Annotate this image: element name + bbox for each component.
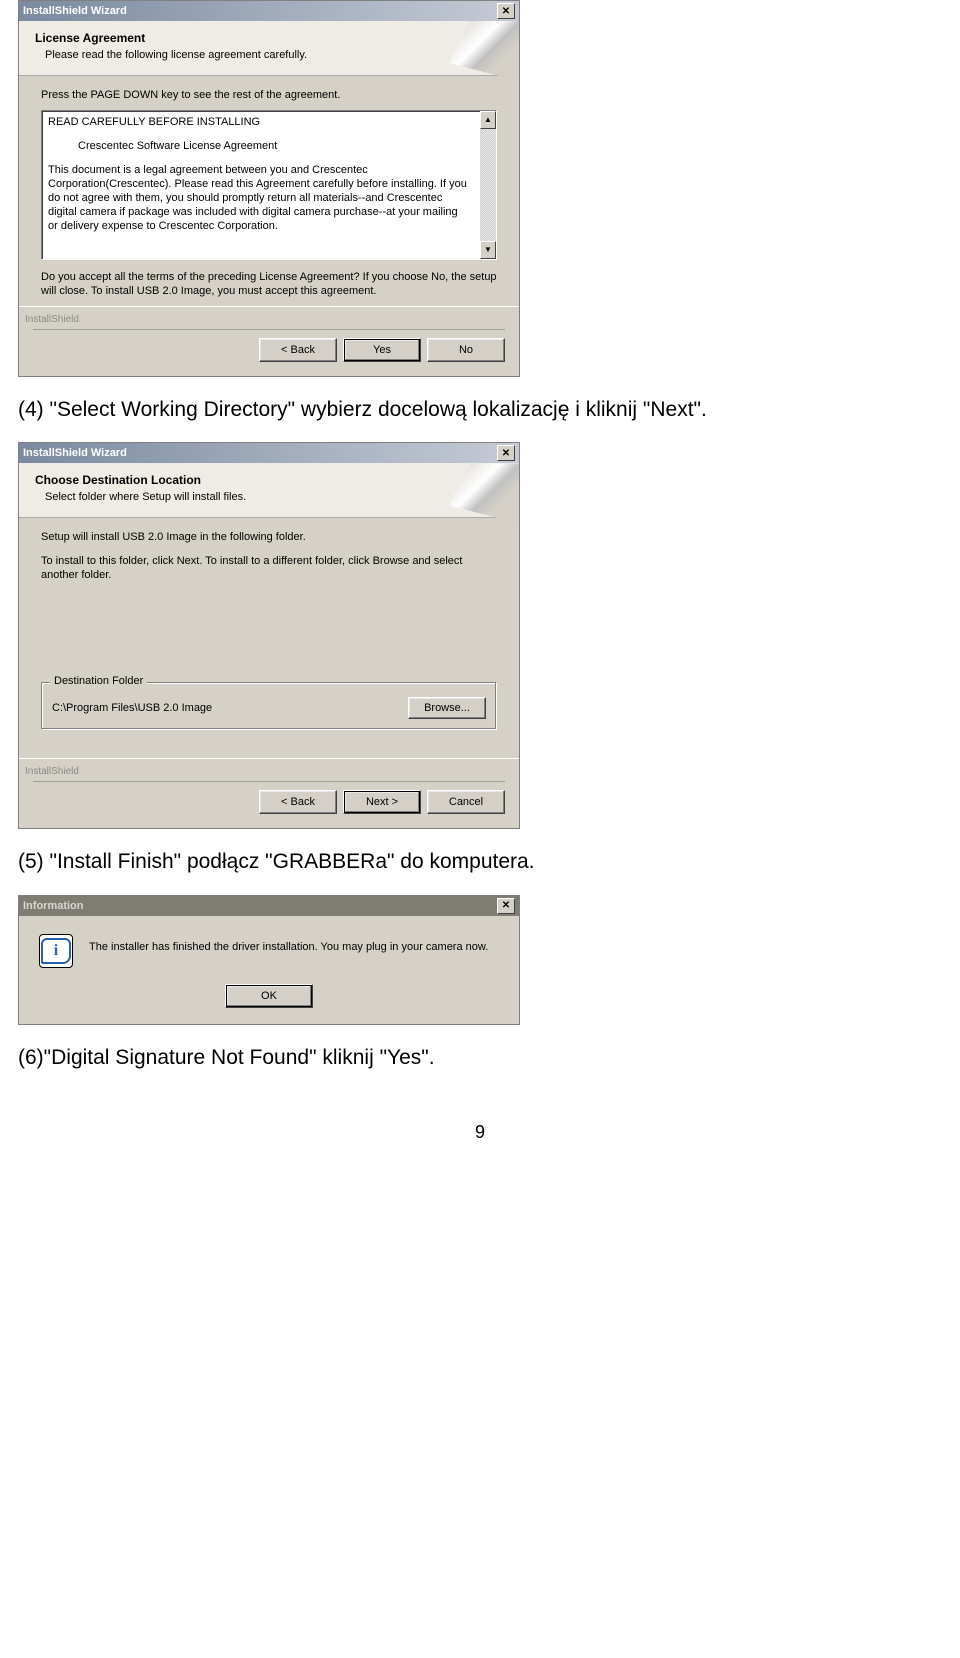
license-textbox[interactable]: READ CAREFULLY BEFORE INSTALLING Crescen… bbox=[41, 110, 497, 260]
destination-folder-group: Destination Folder C:\Program Files\USB … bbox=[41, 682, 497, 730]
page-number: 9 bbox=[0, 1122, 960, 1143]
license-body: This document is a legal agreement betwe… bbox=[48, 163, 470, 233]
install-path: C:\Program Files\USB 2.0 Image bbox=[52, 702, 212, 714]
brand-label: InstallShield bbox=[25, 314, 79, 325]
next-button[interactable]: Next > bbox=[343, 790, 421, 814]
license-heading: READ CAREFULLY BEFORE INSTALLING bbox=[48, 115, 470, 129]
setup-line1: Setup will install USB 2.0 Image in the … bbox=[41, 530, 497, 544]
accept-question: Do you accept all the terms of the prece… bbox=[41, 270, 497, 298]
setup-line2: To install to this folder, click Next. T… bbox=[41, 554, 497, 582]
close-icon[interactable]: ✕ bbox=[497, 898, 515, 914]
dialog-header: License Agreement Please read the follow… bbox=[19, 21, 519, 76]
yes-button[interactable]: Yes bbox=[343, 338, 421, 362]
header-title: License Agreement bbox=[35, 31, 503, 45]
browse-button[interactable]: Browse... bbox=[408, 697, 486, 719]
window-title: InstallShield Wizard bbox=[23, 447, 497, 459]
back-button[interactable]: < Back bbox=[259, 338, 337, 362]
close-icon[interactable]: ✕ bbox=[497, 445, 515, 461]
window-title: Information bbox=[23, 900, 497, 912]
paper-curl-icon bbox=[449, 21, 519, 81]
close-icon[interactable]: ✕ bbox=[497, 3, 515, 19]
scrollbar[interactable]: ▲ ▼ bbox=[480, 111, 496, 259]
brand-label: InstallShield bbox=[25, 766, 79, 777]
info-icon: i bbox=[39, 934, 73, 968]
cancel-button[interactable]: Cancel bbox=[427, 790, 505, 814]
scroll-down-icon[interactable]: ▼ bbox=[480, 241, 496, 259]
instruction-text: Press the PAGE DOWN key to see the rest … bbox=[41, 88, 497, 102]
information-dialog: Information ✕ i The installer has finish… bbox=[18, 895, 520, 1025]
license-subheading: Crescentec Software License Agreement bbox=[48, 139, 470, 153]
titlebar: Information ✕ bbox=[19, 896, 519, 916]
info-message: The installer has finished the driver in… bbox=[89, 934, 488, 954]
titlebar: InstallShield Wizard ✕ bbox=[19, 1, 519, 21]
caption-step4: (4) "Select Working Directory" wybierz d… bbox=[18, 395, 898, 424]
dialog-header: Choose Destination Location Select folde… bbox=[19, 463, 519, 518]
back-button[interactable]: < Back bbox=[259, 790, 337, 814]
caption-step6: (6)"Digital Signature Not Found" kliknij… bbox=[18, 1043, 898, 1072]
scroll-up-icon[interactable]: ▲ bbox=[480, 111, 496, 129]
header-subtitle: Please read the following license agreem… bbox=[45, 49, 503, 61]
header-subtitle: Select folder where Setup will install f… bbox=[45, 491, 503, 503]
window-title: InstallShield Wizard bbox=[23, 5, 497, 17]
header-title: Choose Destination Location bbox=[35, 473, 503, 487]
scroll-track[interactable] bbox=[480, 129, 496, 241]
no-button[interactable]: No bbox=[427, 338, 505, 362]
license-agreement-dialog: InstallShield Wizard ✕ License Agreement… bbox=[18, 0, 520, 377]
choose-destination-dialog: InstallShield Wizard ✕ Choose Destinatio… bbox=[18, 442, 520, 829]
titlebar: InstallShield Wizard ✕ bbox=[19, 443, 519, 463]
caption-step5: (5) "Install Finish" podłącz "GRABBERa" … bbox=[18, 847, 898, 876]
paper-curl-icon bbox=[449, 463, 519, 523]
group-label: Destination Folder bbox=[50, 675, 147, 687]
ok-button[interactable]: OK bbox=[225, 984, 313, 1008]
